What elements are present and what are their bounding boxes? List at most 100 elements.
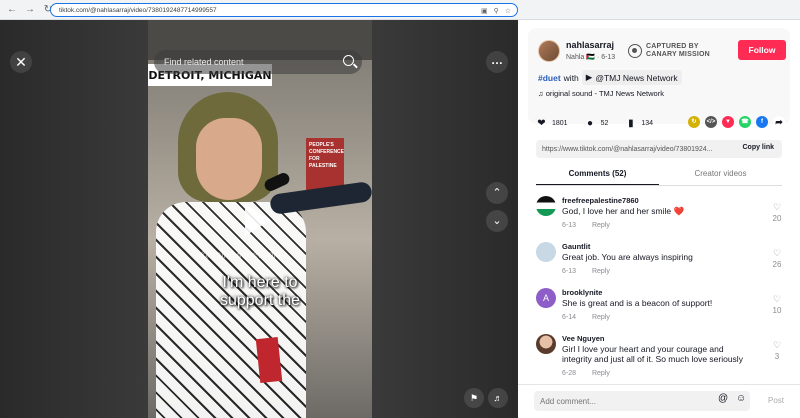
heart-icon[interactable]: ❤: [536, 118, 547, 129]
comment-meta: 6-14 Reply: [562, 314, 610, 321]
comment-date: 6-28: [562, 370, 577, 377]
post-button[interactable]: Post: [768, 396, 784, 405]
comment-like-count: 26: [772, 260, 782, 269]
heart-outline-icon[interactable]: ♡: [770, 294, 784, 305]
whatsapp-icon[interactable]: ☎: [739, 116, 751, 128]
side-panel: nahlasarraj Nahla 🇵🇸 · 6-13 CAPTURED BY …: [518, 20, 800, 418]
author-username[interactable]: nahlasarraj: [566, 40, 614, 50]
share-url: https://www.tiktok.com/@nahlasarraj/vide…: [542, 145, 713, 153]
emoji-icon[interactable]: ☺: [736, 393, 746, 404]
close-icon[interactable]: ✕: [10, 51, 32, 73]
author-subline: Nahla 🇵🇸 · 6-13: [566, 54, 616, 61]
comment-text: She is great and is a beacon of support!: [562, 298, 713, 308]
avatar[interactable]: A: [536, 288, 556, 308]
chevron-up-icon[interactable]: ⌃: [486, 182, 508, 204]
send-icon[interactable]: ▼: [722, 116, 734, 128]
captured-watermark: CAPTURED BY CANARY MISSION: [628, 40, 728, 62]
facebook-icon[interactable]: f: [756, 116, 768, 128]
address-bar[interactable]: tiktok.com/@nahlasarraj/video/7380192487…: [50, 3, 518, 17]
face: [196, 118, 262, 200]
search-icon[interactable]: [343, 55, 354, 66]
like-count: 1801: [552, 119, 568, 127]
share-link-box[interactable]: https://www.tiktok.com/@nahlasarraj/vide…: [536, 140, 782, 158]
comment-meta: 6-13 Reply: [562, 268, 610, 275]
sound-name: original sound - TMJ News Network: [545, 89, 664, 98]
comment-date: 6-13: [562, 268, 577, 275]
comment-username[interactable]: Vee Nguyen: [562, 334, 605, 343]
comment-text: Great job. You are always inspiring: [562, 252, 693, 262]
canary-mission-logo-icon: [628, 44, 642, 58]
comment-item: Gauntlit Great job. You are always inspi…: [536, 242, 786, 286]
tab-bar: Comments (52) Creator videos: [536, 166, 782, 186]
search-placeholder: Find related content: [164, 57, 244, 67]
sound-link[interactable]: ♫ original sound - TMJ News Network: [538, 89, 664, 98]
copy-link-button[interactable]: Copy link: [742, 144, 774, 151]
heart-outline-icon[interactable]: ♡: [770, 202, 784, 213]
captured-line-2: CANARY MISSION: [646, 51, 710, 58]
duet-account-link[interactable]: ▶ @TMJ News Network: [581, 70, 682, 85]
comment-item: freefreepalestine7860 God, I love her an…: [536, 196, 786, 240]
post-date: 6-13: [601, 54, 616, 61]
comment-like-count: 10: [772, 306, 782, 315]
reply-button[interactable]: Reply: [592, 370, 610, 377]
comment-text: God, I love her and her smile ❤️: [562, 206, 685, 216]
embed-icon[interactable]: </>: [705, 116, 717, 128]
comment-username[interactable]: freefreepalestine7860: [562, 196, 639, 205]
avatar[interactable]: [536, 242, 556, 262]
cast-icon[interactable]: ▣: [481, 7, 488, 15]
comment-meta: 6-13 Reply: [562, 222, 610, 229]
author-card: nahlasarraj Nahla 🇵🇸 · 6-13 CAPTURED BY …: [528, 28, 790, 124]
tab-comments[interactable]: Comments (52): [536, 166, 659, 185]
avatar[interactable]: [536, 334, 556, 354]
comment-meta: 6-28 Reply: [562, 370, 610, 377]
share-icons: ↻ </> ▼ ☎ f ➦: [688, 116, 785, 128]
chevron-down-icon[interactable]: ⌄: [486, 210, 508, 232]
bookmark-icon[interactable]: ▮: [625, 118, 636, 129]
comment-item: A brooklynite She is great and is a beac…: [536, 288, 786, 332]
with-text: with: [563, 72, 579, 83]
comment-count: 52: [600, 119, 609, 127]
author-display-name: Nahla 🇵🇸: [566, 54, 595, 61]
heart-outline-icon[interactable]: ♡: [770, 340, 784, 351]
mention-icon[interactable]: @: [718, 393, 728, 404]
comment-like-count: 20: [772, 214, 782, 223]
repost-icon[interactable]: ↻: [688, 116, 700, 128]
bookmark-star-icon[interactable]: ☆: [505, 7, 511, 15]
follow-button[interactable]: Follow: [738, 40, 786, 60]
reply-button[interactable]: Reply: [592, 268, 610, 275]
reply-button[interactable]: Reply: [592, 222, 610, 229]
heart-outline-icon[interactable]: ♡: [770, 248, 784, 259]
video-search-input[interactable]: Find related content: [154, 50, 362, 74]
volume-icon[interactable]: ♬: [488, 388, 508, 408]
back-arrow-icon[interactable]: ←: [6, 4, 18, 16]
url-text: tiktok.com/@nahlasarraj/video/7380192487…: [59, 6, 217, 14]
comment-composer: @ ☺ Post: [518, 384, 800, 418]
avatar[interactable]: [538, 40, 560, 62]
comment-item: Vee Nguyen Girl I love your heart and yo…: [536, 334, 786, 378]
duet-account-name: @TMJ News Network: [595, 72, 678, 83]
zoom-icon[interactable]: ⚲: [494, 7, 499, 15]
comment-username[interactable]: brooklynite: [562, 288, 602, 297]
more-options-icon[interactable]: …: [486, 51, 508, 73]
comment-like-count: 3: [774, 352, 780, 361]
comment-username[interactable]: Gauntlit: [562, 242, 590, 251]
report-icon[interactable]: ⚑: [464, 388, 484, 408]
comment-date: 6-13: [562, 222, 577, 229]
hashtag-link[interactable]: #duet: [538, 73, 561, 83]
reply-button[interactable]: Reply: [592, 314, 610, 321]
tab-creator-videos[interactable]: Creator videos: [659, 166, 782, 185]
music-note-icon: ♫: [538, 89, 544, 98]
comment-date: 6-14: [562, 314, 577, 321]
avatar[interactable]: [536, 196, 556, 216]
captured-line-1: CAPTURED BY: [646, 43, 699, 50]
watermark: @tmjnewsnetwork: [200, 250, 282, 261]
play-icon[interactable]: [245, 204, 271, 236]
comment-icon[interactable]: ●: [585, 118, 596, 129]
engagement-stats: ❤ 1801 ● 52 ▮ 134: [536, 116, 653, 130]
keffiyeh: [156, 202, 306, 418]
share-arrow-icon[interactable]: ➦: [773, 116, 785, 128]
forward-arrow-icon[interactable]: →: [24, 4, 36, 16]
browser-toolbar: ← → ↻ tiktok.com/@nahlasarraj/video/7380…: [0, 0, 800, 20]
comment-text: Girl I love your heart and your courage …: [562, 344, 743, 364]
play-triangle-icon: ▶: [585, 72, 593, 82]
